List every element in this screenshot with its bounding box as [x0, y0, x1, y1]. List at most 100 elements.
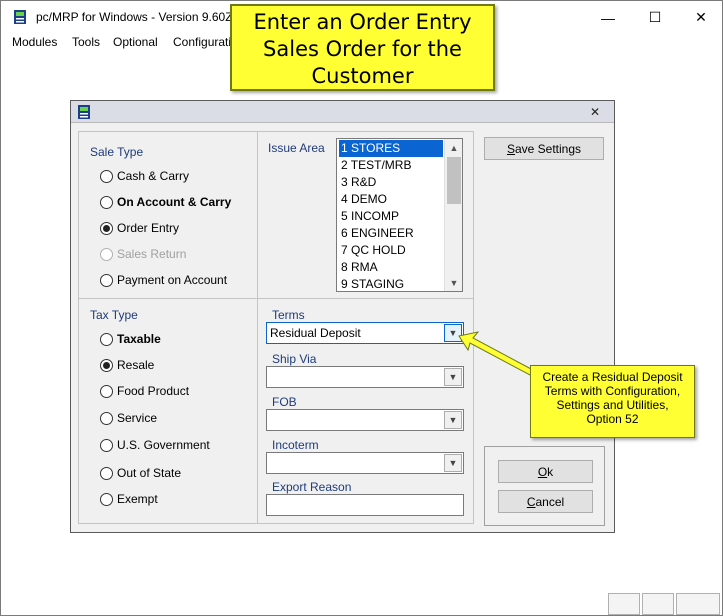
radio-button[interactable]: [100, 195, 113, 209]
radio-label: Service: [117, 411, 158, 425]
radio-button[interactable]: [100, 466, 113, 480]
status-pane: [676, 593, 720, 615]
app-title: pc/MRP for Windows - Version 9.60Z: [36, 10, 233, 24]
dialog-printer-icon: [78, 105, 90, 119]
list-item[interactable]: 3 R&D: [339, 174, 443, 191]
callout-line: Create a Residual Deposit: [542, 370, 683, 384]
list-item[interactable]: 4 DEMO: [339, 191, 443, 208]
instruction-callout: Enter an Order Entry Sales Order for the…: [230, 4, 495, 91]
radio-label: Sales Return: [117, 247, 187, 261]
save-settings-button[interactable]: Save Settings: [484, 137, 604, 160]
sale-type-sales-return: Sales Return: [100, 247, 186, 261]
chevron-down-icon[interactable]: ▼: [444, 454, 462, 472]
sale-type-payment-on-account[interactable]: Payment on Account: [100, 273, 227, 287]
tax-type-out-of-state[interactable]: Out of State: [100, 466, 181, 480]
issue-area-label: Issue Area: [268, 141, 325, 155]
radio-label: U.S. Government: [117, 438, 210, 452]
main-window: pc/MRP for Windows - Version 9.60Z — ☐ ✕…: [0, 0, 723, 616]
cancel-button[interactable]: Cancel: [498, 490, 593, 513]
tax-type-resale[interactable]: Resale: [100, 358, 154, 372]
menu-modules[interactable]: Modules: [12, 35, 57, 49]
close-button[interactable]: ✕: [678, 3, 723, 32]
callout-line: Sales Order for the: [263, 37, 462, 61]
ok-mnemonic: O: [537, 464, 548, 479]
radio-button[interactable]: [100, 438, 113, 452]
dialog-close-button[interactable]: ✕: [583, 102, 607, 122]
list-item[interactable]: 1 STORES: [339, 140, 443, 157]
sales-order-dialog: ✕ Sale Type Cash & Carry On Account & Ca…: [70, 100, 615, 533]
radio-label: Taxable: [117, 332, 161, 346]
radio-button[interactable]: [100, 221, 113, 235]
callout-line: Terms with Configuration,: [544, 384, 681, 398]
export-reason-field[interactable]: [266, 494, 464, 516]
fob-label: FOB: [272, 395, 297, 409]
cancel-label: ancel: [535, 494, 565, 509]
minimize-button[interactable]: —: [585, 3, 631, 32]
minimize-icon: —: [601, 9, 615, 26]
radio-button[interactable]: [100, 492, 113, 506]
tax-type-exempt[interactable]: Exempt: [100, 492, 158, 506]
save-settings-label: ave Settings: [514, 141, 582, 156]
scroll-thumb[interactable]: [447, 157, 461, 204]
list-item[interactable]: 2 TEST/MRB: [339, 157, 443, 174]
radio-label: Food Product: [117, 384, 190, 398]
ship-via-combo[interactable]: ▼: [266, 366, 464, 388]
radio-button[interactable]: [100, 358, 113, 372]
menu-tools[interactable]: Tools: [72, 35, 100, 49]
radio-label: Payment on Account: [117, 273, 228, 287]
ok-button[interactable]: Ok: [498, 460, 593, 483]
list-item[interactable]: 7 QC HOLD: [339, 242, 443, 259]
callout-line: Option 52: [586, 412, 639, 426]
list-item[interactable]: 6 ENGINEER: [339, 225, 443, 242]
fob-combo[interactable]: ▼: [266, 409, 464, 431]
maximize-icon: ☐: [648, 9, 662, 25]
radio-label: On Account & Carry: [117, 195, 232, 209]
tax-type-service[interactable]: Service: [100, 411, 157, 425]
callout-line: Settings and Utilities,: [556, 398, 669, 412]
list-item[interactable]: 5 INCOMP: [339, 208, 443, 225]
sale-type-panel: Sale Type Cash & Carry On Account & Carr…: [78, 131, 258, 299]
list-item[interactable]: 8 RMA: [339, 259, 443, 276]
menu-configuration[interactable]: Configurati: [173, 35, 231, 49]
tax-type-us-government[interactable]: U.S. Government: [100, 438, 210, 452]
radio-button[interactable]: [100, 411, 113, 425]
tax-type-label: Tax Type: [90, 308, 138, 322]
app-printer-icon: [14, 10, 26, 24]
sale-type-label: Sale Type: [90, 145, 144, 159]
terms-label: Terms: [272, 308, 305, 322]
radio-button[interactable]: [100, 169, 113, 183]
close-icon: ✕: [589, 105, 601, 119]
tax-type-food-product[interactable]: Food Product: [100, 384, 189, 398]
scroll-down-icon[interactable]: ▼: [445, 274, 463, 291]
callout-line: Enter an Order Entry: [253, 10, 472, 34]
maximize-button[interactable]: ☐: [632, 3, 678, 32]
chevron-down-icon[interactable]: ▼: [444, 411, 462, 429]
status-pane: [608, 593, 640, 615]
sale-type-on-account-carry[interactable]: On Account & Carry: [100, 195, 231, 209]
incoterm-label: Incoterm: [272, 438, 319, 452]
radio-label: Exempt: [117, 492, 158, 506]
tax-type-taxable[interactable]: Taxable: [100, 332, 161, 346]
list-item[interactable]: 9 STAGING: [339, 276, 443, 293]
sale-type-order-entry[interactable]: Order Entry: [100, 221, 179, 235]
status-bar: [2, 593, 722, 615]
terms-combo[interactable]: Residual Deposit ▼: [266, 322, 464, 344]
radio-label: Order Entry: [117, 221, 180, 235]
radio-button[interactable]: [100, 332, 113, 346]
issue-area-listbox[interactable]: 1 STORES 2 TEST/MRB 3 R&D 4 DEMO 5 INCOM…: [336, 138, 463, 292]
tax-type-panel: Tax Type Taxable Resale Food Product Ser…: [78, 298, 258, 524]
export-reason-label: Export Reason: [272, 480, 352, 494]
radio-label: Resale: [117, 358, 155, 372]
ok-label: k: [547, 464, 554, 479]
sale-type-cash-carry[interactable]: Cash & Carry: [100, 169, 189, 183]
radio-button[interactable]: [100, 273, 113, 287]
status-pane: [642, 593, 674, 615]
callout-line: Customer: [311, 64, 414, 88]
incoterm-combo[interactable]: ▼: [266, 452, 464, 474]
terms-callout: Create a Residual Deposit Terms with Con…: [530, 365, 695, 438]
menu-optional[interactable]: Optional: [113, 35, 158, 49]
ok-cancel-group: [484, 446, 605, 526]
listbox-scrollbar[interactable]: ▲ ▼: [444, 139, 462, 291]
radio-button[interactable]: [100, 384, 113, 398]
scroll-up-icon[interactable]: ▲: [445, 139, 463, 156]
